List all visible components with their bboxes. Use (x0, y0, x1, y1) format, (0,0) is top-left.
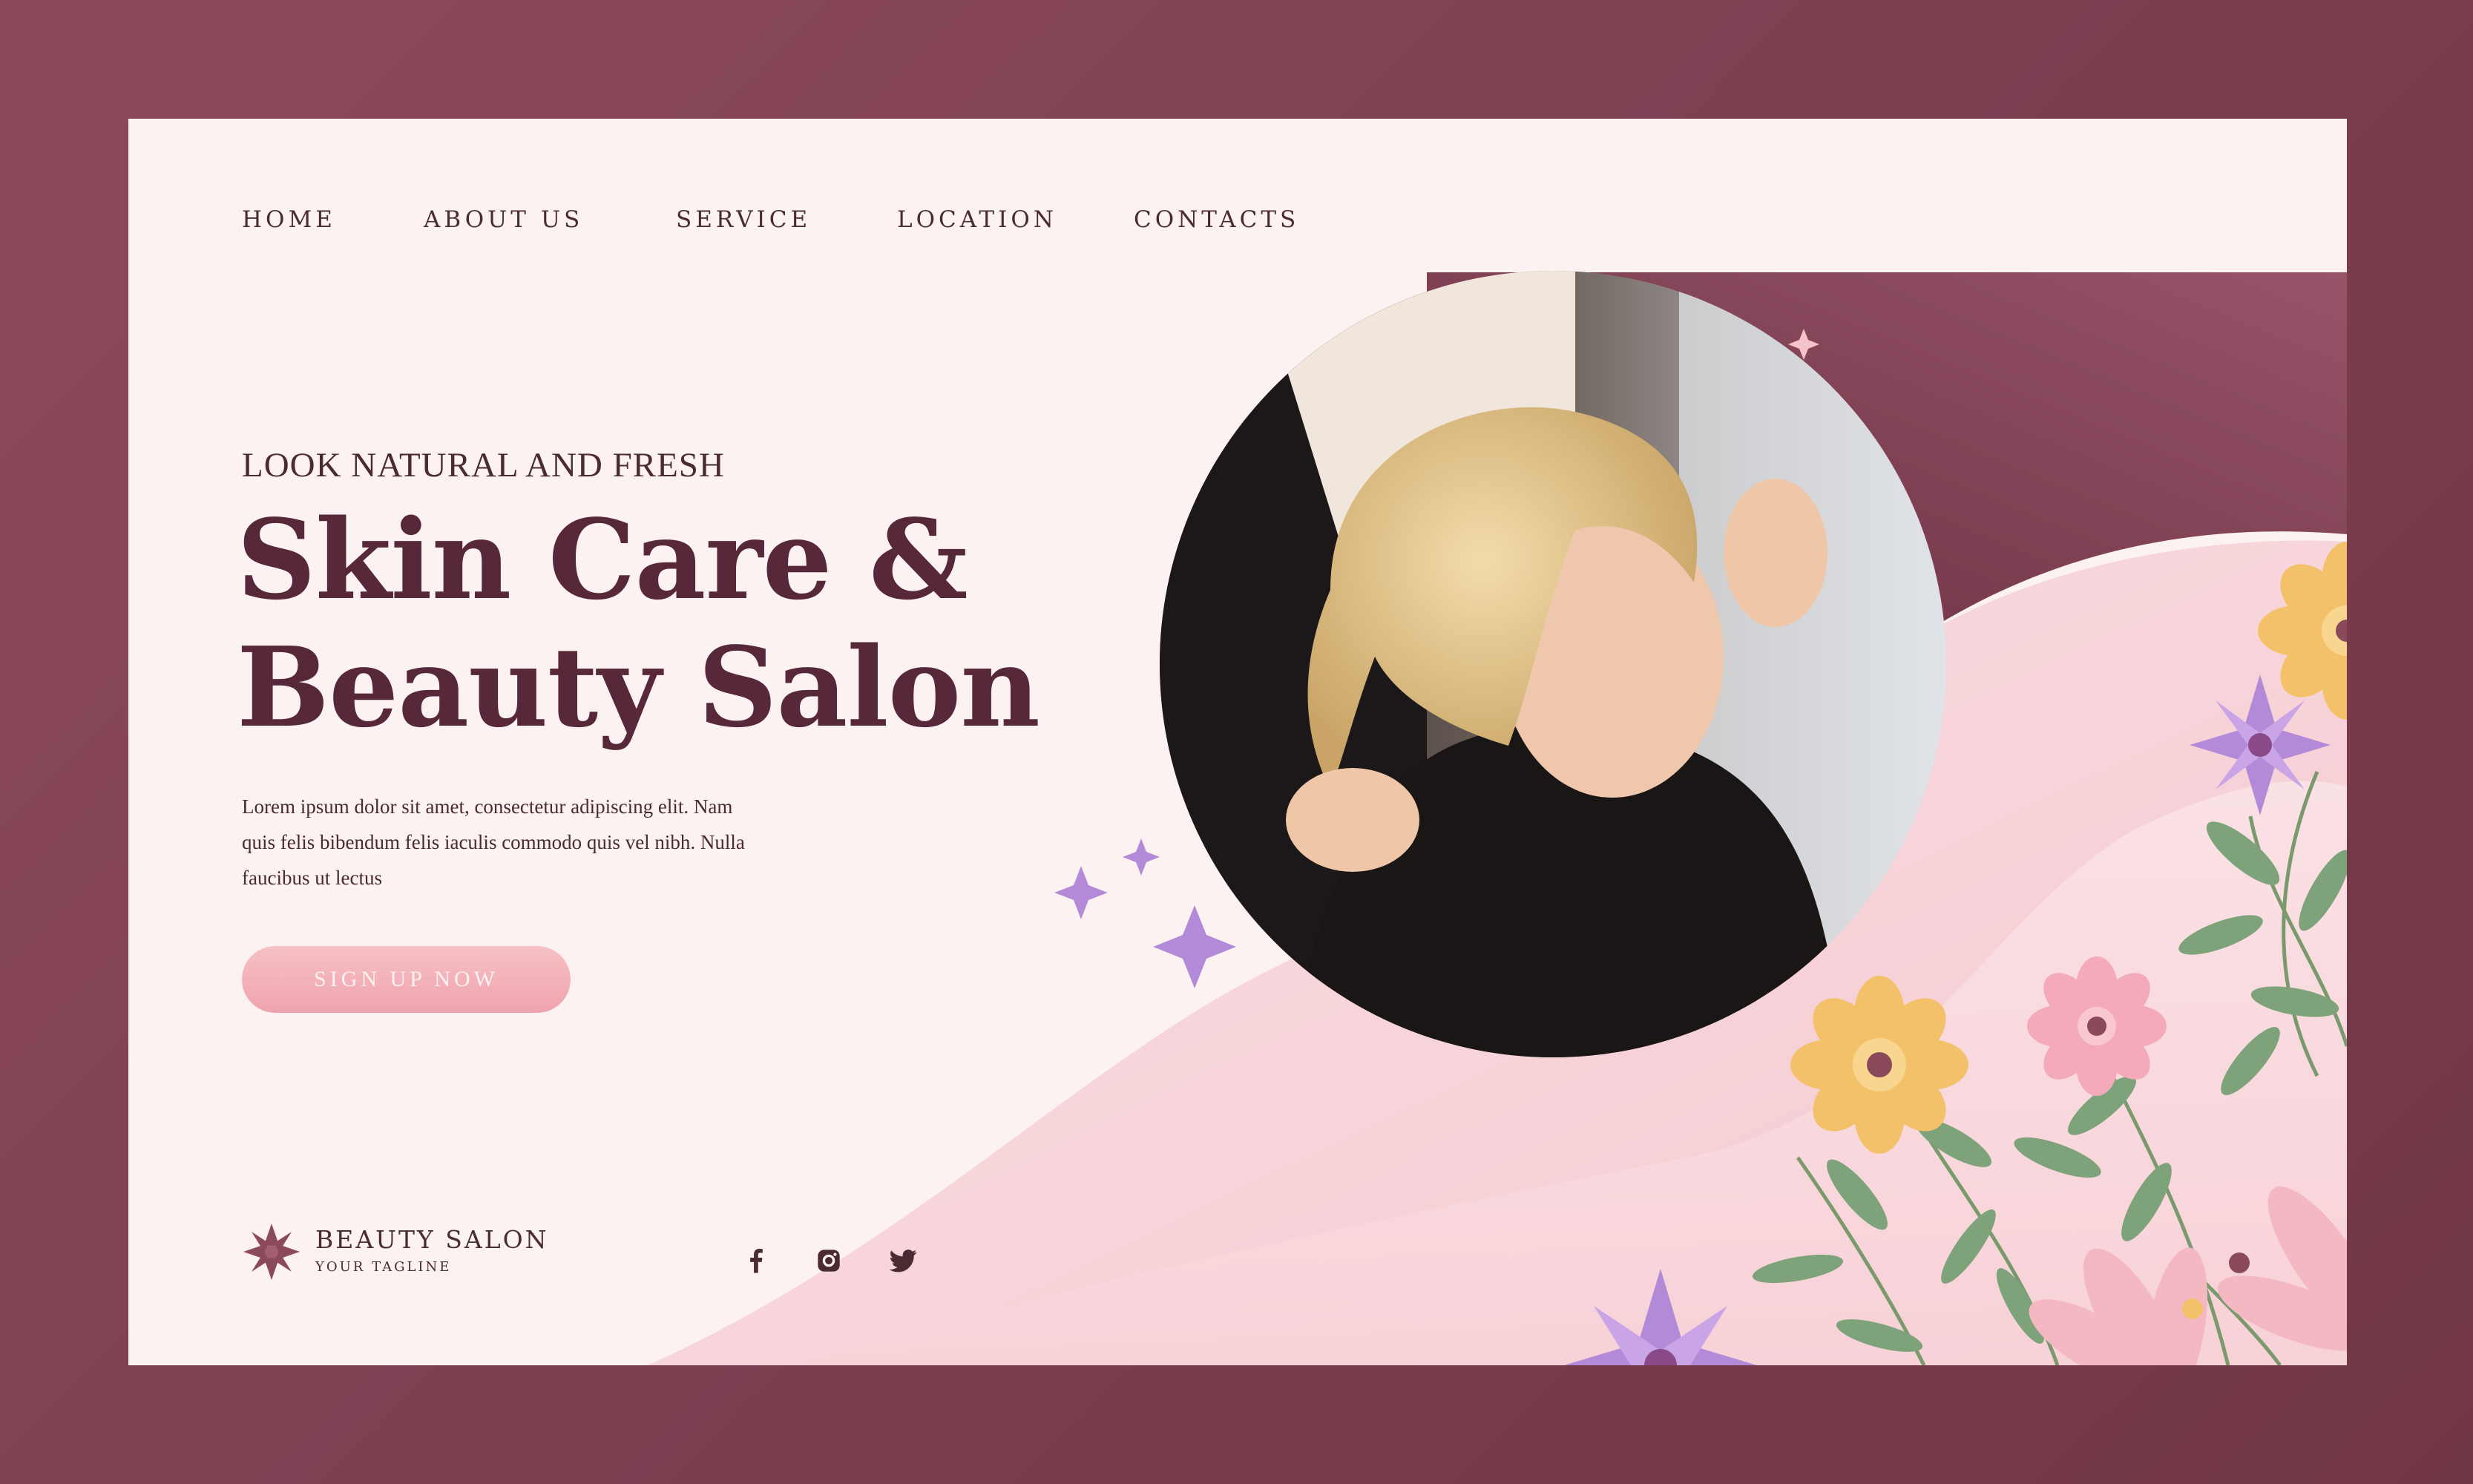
brand-tagline: YOUR TAGLINE (315, 1259, 452, 1275)
brand-logo[interactable]: BEAUTY SALON YOUR TAGLINE (242, 1221, 554, 1287)
description-line-1: Lorem ipsum dolor sit amet, consectetur … (242, 795, 733, 818)
hero-tagline: LOOK NATURAL AND FRESH (242, 446, 725, 485)
instagram-icon (818, 1250, 840, 1272)
hero-headline: Skin Care & Beauty Salon (237, 496, 1040, 751)
description-line-3: faucibus ut lectus (242, 867, 382, 889)
pink-flower-icon (2027, 956, 2167, 1096)
instagram-link[interactable] (812, 1244, 845, 1277)
landing-page: HOME ABOUT US SERVICE LOCATION CONTACTS … (128, 119, 2347, 1365)
headline-line-1: Skin Care & (237, 495, 968, 624)
hero-photo (1160, 271, 1946, 1057)
nav-service-link[interactable]: SERVICE (676, 206, 811, 233)
sign-up-button[interactable]: SIGN UP NOW (242, 946, 571, 1013)
description-line-2: quis felis bibendum felis iaculis commod… (242, 831, 745, 853)
facebook-icon (750, 1249, 763, 1273)
nav-location-link[interactable]: LOCATION (897, 206, 1057, 233)
nav-contacts-link[interactable]: CONTACTS (1134, 206, 1299, 233)
headline-line-2: Beauty Salon (237, 623, 1040, 752)
nav-home-link[interactable]: HOME (242, 206, 336, 233)
main-navigation: HOME ABOUT US SERVICE LOCATION CONTACTS (242, 206, 1429, 251)
twitter-link[interactable] (887, 1244, 919, 1277)
brand-name: BEAUTY SALON (315, 1225, 549, 1254)
twitter-icon (889, 1250, 917, 1273)
lotus-icon (243, 1224, 300, 1280)
facebook-link[interactable] (740, 1244, 772, 1277)
nav-about-link[interactable]: ABOUT US (424, 206, 583, 233)
hero-description: Lorem ipsum dolor sit amet, consectetur … (242, 789, 806, 896)
